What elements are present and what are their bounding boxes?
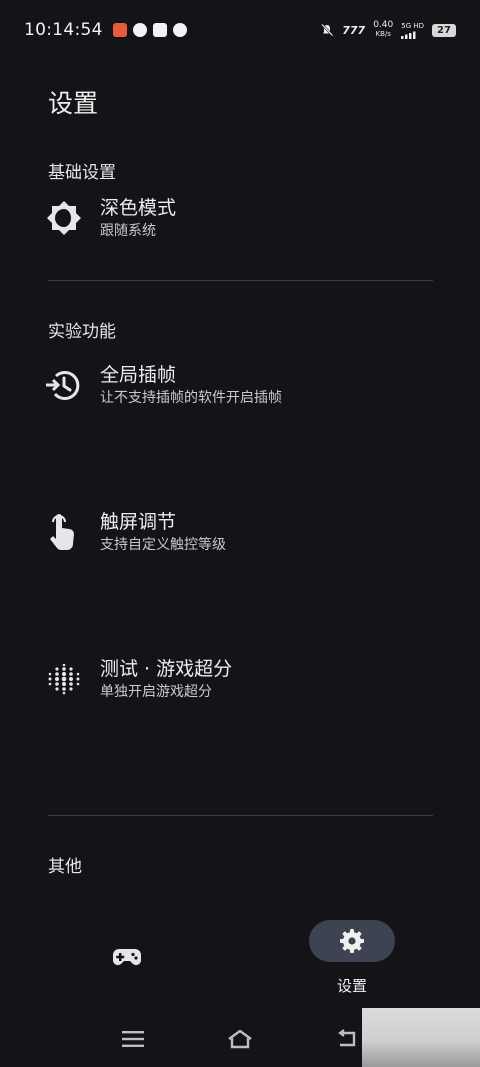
gamepad-icon bbox=[113, 949, 141, 966]
brightness-auto-icon bbox=[44, 198, 84, 238]
nav-games-tab[interactable] bbox=[104, 941, 150, 973]
signal-bars-icon bbox=[401, 31, 416, 39]
divider bbox=[48, 280, 433, 281]
notification-icons bbox=[112, 23, 187, 37]
mute-icon bbox=[321, 23, 334, 37]
setting-title: 触屏调节 bbox=[100, 511, 177, 533]
network-speed: 0.40 KB/s bbox=[373, 20, 394, 39]
setting-title: 深色模式 bbox=[100, 197, 177, 219]
home-button[interactable] bbox=[226, 1026, 254, 1052]
app-notification-icon bbox=[112, 23, 127, 37]
recent-apps-button[interactable] bbox=[119, 1026, 147, 1052]
section-header-basic: 基础设置 bbox=[48, 163, 116, 183]
network-type: 5G HD bbox=[401, 22, 424, 39]
history-rotate-icon bbox=[44, 365, 84, 405]
battery-indicator: 27 bbox=[432, 23, 456, 37]
nav-settings-label: 设置 bbox=[336, 977, 367, 995]
setting-frame-interpolation[interactable]: 全局插帧 让不支持插帧的软件开启插帧 bbox=[44, 357, 444, 413]
gear-icon bbox=[340, 929, 364, 953]
back-icon bbox=[338, 1029, 356, 1047]
message-notification-icon bbox=[152, 23, 167, 37]
dot-grid-icon bbox=[44, 659, 84, 699]
setting-touch-adjust[interactable]: 触屏调节 支持自定义触控等级 bbox=[44, 504, 444, 560]
status-bar: 10:14:54 777 0.40 KB/s 5G HD 27 bbox=[0, 0, 480, 60]
floating-preview-thumbnail[interactable] bbox=[362, 1008, 480, 1067]
setting-subtitle: 跟随系统 bbox=[100, 223, 156, 239]
divider bbox=[48, 815, 433, 816]
setting-dark-mode[interactable]: 深色模式 跟随系统 bbox=[44, 190, 444, 246]
section-header-other: 其他 bbox=[48, 857, 82, 877]
back-button[interactable] bbox=[334, 1026, 362, 1052]
app-notification-icon bbox=[172, 23, 187, 37]
setting-subtitle: 让不支持插帧的软件开启插帧 bbox=[100, 390, 282, 406]
signal-text: 777 bbox=[342, 23, 366, 37]
setting-title: 全局插帧 bbox=[100, 364, 177, 386]
nav-settings-tab[interactable] bbox=[309, 920, 395, 962]
page-title: 设置 bbox=[48, 89, 99, 118]
setting-subtitle: 单独开启游戏超分 bbox=[100, 684, 212, 700]
setting-title: 测试 · 游戏超分 bbox=[100, 658, 233, 680]
bottom-navigation: 设置 bbox=[0, 905, 480, 1000]
setting-game-super-resolution[interactable]: 测试 · 游戏超分 单独开启游戏超分 bbox=[44, 651, 444, 707]
section-header-experimental: 实验功能 bbox=[48, 322, 116, 342]
app-notification-icon bbox=[132, 23, 147, 37]
home-icon bbox=[228, 1029, 252, 1049]
status-time: 10:14:54 bbox=[24, 20, 103, 40]
setting-subtitle: 支持自定义触控等级 bbox=[100, 537, 226, 553]
menu-icon bbox=[122, 1031, 144, 1047]
touch-hand-icon bbox=[44, 512, 84, 552]
status-right: 777 0.40 KB/s 5G HD 27 bbox=[320, 21, 456, 39]
